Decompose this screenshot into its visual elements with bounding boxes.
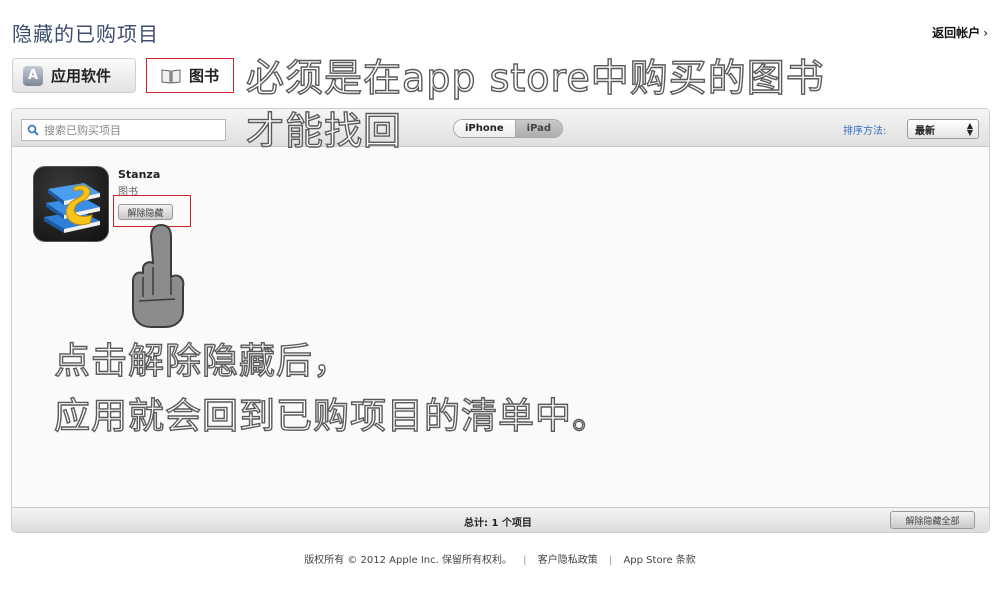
sort-value: 最新 [915,125,935,137]
back-link-label: 返回帐户 [932,26,981,40]
chevron-right-icon: › [983,26,988,40]
pointing-hand-icon [132,223,185,328]
item-title: Stanza [118,168,161,181]
search-icon [26,123,40,137]
search-box[interactable] [21,119,226,141]
annotation-top-line-1: 必须是在app store中购买的图书 [245,55,825,100]
hidden-purchases-panel: iPhone iPad 排序方法: 最新 ▲▼ Stanza 图书 解除隐藏 [11,108,990,533]
copyright-text: 版权所有 © 2012 Apple Inc. 保留所有权利。 [304,555,512,566]
device-segmented-control: iPhone iPad [453,119,564,138]
app-store-terms-link[interactable]: App Store 条款 [623,555,695,566]
tab-apps[interactable]: A 应用软件 [12,58,136,93]
total-count: 总计: 1 个项目 [464,518,532,529]
tab-books[interactable]: 图书 [146,58,234,93]
tab-apps-label: 应用软件 [51,67,112,85]
annotation-bottom-line-1: 点击解除隐藏后， [53,340,351,382]
updown-arrows-icon: ▲ ▼ [966,121,973,137]
annotation-top-line-2: 才能找回 [245,108,403,153]
segment-iphone[interactable]: iPhone [454,120,515,137]
panel-footer: 总计: 1 个项目 解除隐藏全部 [12,507,989,532]
page-title: 隐藏的已购项目 [12,22,159,46]
privacy-policy-link[interactable]: 客户隐私政策 [538,555,598,566]
search-input[interactable] [44,123,224,137]
back-to-account-link[interactable]: 返回帐户 › [932,24,988,41]
app-store-icon: A [23,65,43,86]
footer-divider: | [523,555,527,566]
stanza-app-icon[interactable] [33,166,109,242]
book-icon [161,68,181,84]
copyright-footer: 版权所有 © 2012 Apple Inc. 保留所有权利。 | 客户隐私政策 … [0,551,1000,566]
unhide-all-button[interactable]: 解除隐藏全部 [890,511,975,529]
tab-books-label: 图书 [189,67,220,85]
sort-label: 排序方法: [843,126,887,137]
segment-ipad[interactable]: iPad [514,120,563,137]
annotation-bottom-line-2: 应用就会回到已购项目的清单中。 [53,395,610,437]
panel-toolbar: iPhone iPad 排序方法: 最新 ▲▼ [12,109,989,147]
footer-divider: | [608,555,613,566]
sort-select[interactable]: 最新 ▲ ▼ [907,119,979,139]
